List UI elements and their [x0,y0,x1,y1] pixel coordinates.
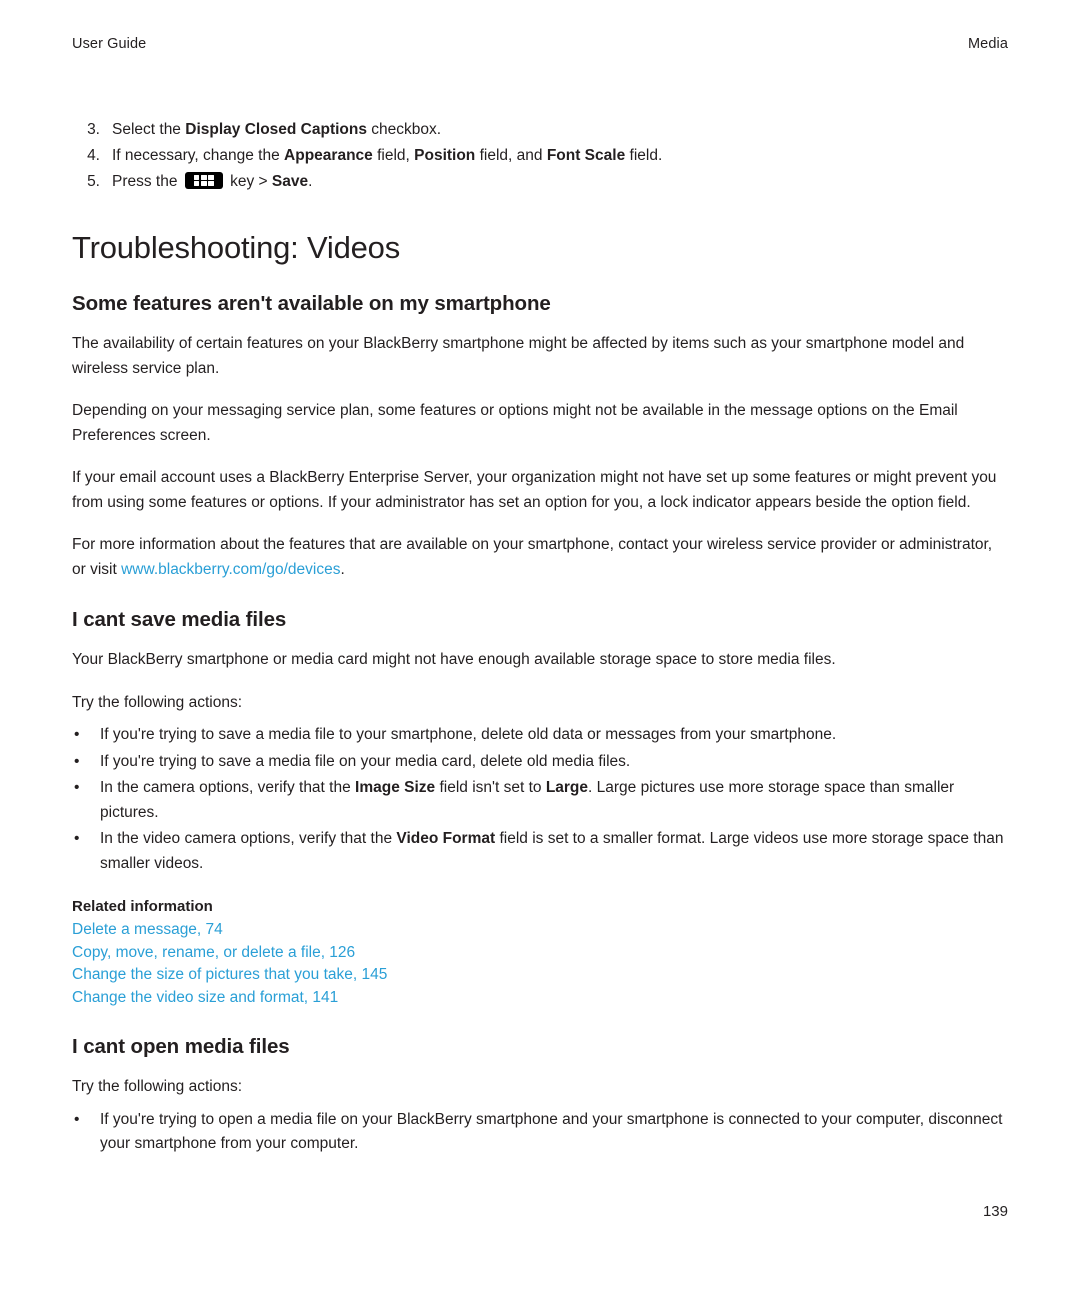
bullet-text: In the camera options, verify that the I… [100,776,1008,825]
paragraph-more-information: For more information about the features … [72,533,1008,582]
numbered-steps-list: 3. Select the Display Closed Captions che… [72,118,1008,194]
section-heading-cant-open: I cant open media files [72,1035,290,1058]
body-text: field. [625,147,663,164]
try-actions-label-save: Try the following actions: [72,693,243,711]
bullet-text: If you're trying to open a media file on… [100,1108,1008,1157]
related-information-heading: Related information [72,898,213,915]
emphasis-text: Display Closed Captions [185,121,367,138]
bullet-item: • In the camera options, verify that the … [72,776,1008,825]
body-text: checkbox. [366,121,442,138]
body-text: If you're trying to save a media file on… [100,752,631,770]
bullet-item: • In the video camera options, verify tha… [72,827,1008,876]
bullet-list-open: • If you're trying to open a media file o… [72,1108,1008,1157]
emphasis-text: Video Format [396,830,496,847]
bullet-item: • If you're trying to save a media file t… [72,723,1008,748]
emphasis-text: Large [545,779,589,796]
paragraph-messaging-plan: Depending on your messaging service plan… [72,402,958,444]
step-text: Press the key > Save. [112,170,1008,194]
document-page: User Guide Media 3. Select the Display Cl… [0,0,1080,1296]
paragraph-availability: The availability of certain features on … [72,335,965,377]
bullet-marker-icon: • [74,726,80,743]
body-text: Press the [112,173,182,190]
page-title: Troubleshooting: Videos [72,230,401,265]
step-number: 5. [87,173,100,190]
header-left-label: User Guide [72,36,147,52]
related-link[interactable]: Change the video size and format, 141 [72,989,338,1006]
try-actions-label-open: Try the following actions: [72,1078,243,1095]
bullet-marker-icon: • [74,752,80,770]
emphasis-text: Appearance [284,147,373,164]
related-link-item[interactable]: Copy, move, rename, or delete a file, 12… [72,942,1008,965]
paragraph-more-information-post: . [340,560,345,578]
body-text: If you're trying to save a media file to… [100,726,837,743]
blackberry-devices-link[interactable]: www.blackberry.com/go/devices [121,561,340,578]
bullet-marker-icon: • [74,830,80,847]
body-text: If you're trying to open a media file on… [100,1110,1003,1153]
related-link-item[interactable]: Change the size of pictures that you tak… [72,964,1008,987]
body-text: In the camera options, verify that the [100,779,356,796]
paragraph-storage-space: Your BlackBerry smartphone or media card… [72,651,836,668]
step-item: 3. Select the Display Closed Captions che… [72,118,1008,142]
page-header: User Guide Media [72,0,1008,52]
emphasis-text: Image Size [355,779,436,796]
emphasis-text: Save [271,173,309,190]
emphasis-text: Position [414,147,476,164]
step-number: 4. [87,147,100,164]
body-text: key > [225,173,272,190]
bullet-marker-icon: • [74,1110,80,1128]
step-text: If necessary, change the Appearance fiel… [112,144,1008,168]
related-information-list: Delete a message, 74 Copy, move, rename, … [72,919,1008,1009]
body-text: If necessary, change the [112,147,285,164]
body-text: field isn't set to [435,779,546,796]
paragraph-enterprise-server: If your email account uses a BlackBerry … [72,469,997,511]
body-text: In the video camera options, verify that… [100,830,397,847]
related-link[interactable]: Change the size of pictures that you tak… [72,966,387,983]
bullet-text: In the video camera options, verify that… [100,827,1008,876]
section-heading-features: Some features aren't available on my sma… [72,292,551,315]
step-number: 3. [87,121,100,138]
body-text: field, and [475,147,547,164]
step-text: Select the Display Closed Captions check… [112,118,1008,142]
body-text: Select the [112,121,186,138]
page-number: 139 [982,1203,1008,1220]
header-right-label: Media [968,36,1008,52]
emphasis-text: Font Scale [546,147,626,164]
bullet-item: • If you're trying to open a media file o… [72,1108,1008,1157]
bullet-list-save: • If you're trying to save a media file t… [72,723,1008,876]
bullet-text: If you're trying to save a media file on… [100,750,1008,775]
body-text: . [308,173,313,190]
blackberry-menu-key-icon [184,172,223,189]
bullet-item: • If you're trying to save a media file o… [72,750,1008,775]
related-link[interactable]: Copy, move, rename, or delete a file, 12… [72,944,355,961]
related-link-item[interactable]: Change the video size and format, 141 [72,987,1008,1010]
page-content: 3. Select the Display Closed Captions che… [72,118,1008,1157]
step-item: 5. Press the key > Save. [72,170,1008,194]
related-link-item[interactable]: Delete a message, 74 [72,919,1008,942]
related-link[interactable]: Delete a message, 74 [72,921,223,938]
body-text: field, [372,147,415,164]
bullet-text: If you're trying to save a media file to… [100,723,1008,748]
step-item: 4. If necessary, change the Appearance fi… [72,144,1008,168]
section-heading-cant-save: I cant save media files [72,608,287,631]
bullet-marker-icon: • [74,779,80,796]
